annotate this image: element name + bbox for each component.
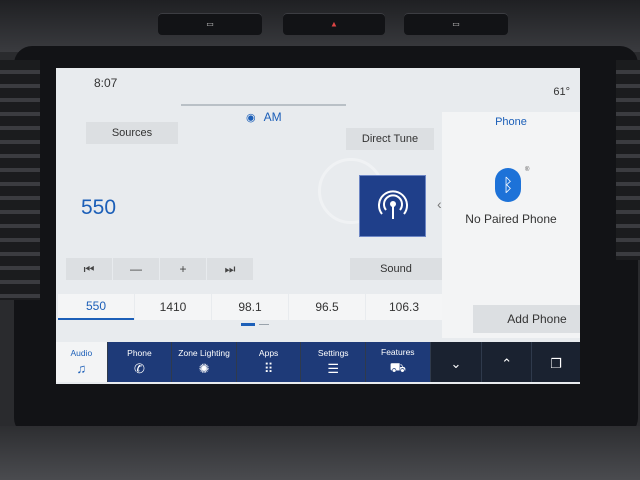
scroll-down-button[interactable]: ⌄ bbox=[431, 342, 483, 382]
chevron-down-icon: ⌄ bbox=[450, 355, 462, 371]
phone-panel-title: Phone bbox=[495, 116, 527, 128]
band-label: ◉ AM bbox=[246, 110, 282, 124]
add-phone-label: Add Phone bbox=[507, 312, 567, 326]
nav-zone-lighting[interactable]: Zone Lighting ✺ bbox=[172, 342, 237, 382]
copy-button[interactable]: ❐ bbox=[532, 342, 580, 382]
preset-page-indicator bbox=[241, 323, 271, 327]
band-header-line bbox=[181, 104, 346, 106]
copy-icon: ❐ bbox=[550, 355, 562, 371]
preset-label: 1410 bbox=[159, 300, 187, 314]
direct-tune-label: Direct Tune bbox=[361, 133, 419, 145]
radio-tower-icon bbox=[377, 190, 408, 219]
hazard-icon: ▲ bbox=[330, 19, 338, 29]
registered-mark: ® bbox=[525, 167, 530, 173]
chevron-up-icon: ⌃ bbox=[501, 355, 513, 371]
bottom-nav: Audio ♫ Phone ✆ Zone Lighting ✺ Apps ⠿ S… bbox=[56, 342, 580, 382]
preset-label: 550 bbox=[85, 299, 107, 313]
clock: 8:07 bbox=[94, 76, 118, 90]
bluetooth-icon: ᛒ bbox=[495, 168, 521, 202]
nav-settings[interactable]: Settings ☰ bbox=[301, 342, 366, 382]
nav-label: Settings bbox=[317, 347, 349, 358]
nav-audio[interactable]: Audio ♫ bbox=[56, 342, 108, 382]
current-frequency: 550 bbox=[81, 196, 117, 219]
outside-temperature: 61° bbox=[553, 86, 570, 98]
defrost-icon: ▭ bbox=[206, 19, 214, 29]
radio-antenna-icon: ◉ bbox=[246, 112, 256, 124]
nav-label: Zone Lighting bbox=[178, 347, 230, 358]
minus-icon: — bbox=[130, 262, 142, 276]
nav-label: Audio bbox=[70, 348, 93, 358]
hardware-defrost-button[interactable]: ▭ bbox=[158, 13, 262, 35]
plus-icon: + bbox=[179, 262, 187, 276]
seek-back-button[interactable]: ⏮ bbox=[66, 258, 112, 280]
nav-label: Features bbox=[381, 346, 415, 357]
preset-3[interactable]: 98.1 bbox=[212, 294, 288, 320]
station-art bbox=[359, 175, 426, 237]
phone-status: No Paired Phone bbox=[465, 212, 557, 226]
left-air-vent bbox=[0, 60, 40, 300]
page-dot bbox=[259, 324, 269, 325]
truck-icon: ⛟ bbox=[389, 359, 406, 375]
preset-label: 98.1 bbox=[238, 300, 262, 314]
preset-bar: 550 1410 98.1 96.5 106.3 bbox=[58, 294, 443, 320]
tune-up-button[interactable]: + bbox=[160, 258, 206, 280]
panel-collapse-chevron-icon[interactable]: ‹ bbox=[437, 196, 442, 212]
zone-lighting-icon: ✺ bbox=[198, 360, 210, 376]
sources-label: Sources bbox=[111, 127, 153, 139]
seek-forward-icon: ⏭ bbox=[224, 261, 236, 276]
page-dot-active bbox=[241, 323, 255, 326]
hardware-hazard-button[interactable]: ▲ bbox=[283, 13, 385, 35]
preset-1[interactable]: 550 bbox=[58, 294, 134, 320]
preset-4[interactable]: 96.5 bbox=[289, 294, 365, 320]
scroll-up-button[interactable]: ⌃ bbox=[482, 342, 533, 382]
settings-sliders-icon: ☰ bbox=[327, 360, 340, 376]
preset-label: 106.3 bbox=[388, 300, 420, 314]
rear-defrost-icon: ▭ bbox=[452, 19, 460, 29]
tuner-controls: ⏮ — + ⏭ bbox=[66, 258, 254, 280]
seek-forward-button[interactable]: ⏭ bbox=[207, 258, 253, 280]
nav-label: Phone bbox=[127, 347, 152, 358]
nav-features[interactable]: Features ⛟ bbox=[365, 342, 431, 382]
infotainment-screen: 8:07 61° ◉ AM Sources Direct Tune 550 ‹ ⏮… bbox=[56, 68, 580, 384]
band-text: AM bbox=[263, 110, 282, 124]
preset-label: 96.5 bbox=[315, 300, 339, 314]
sound-button[interactable]: Sound bbox=[350, 258, 442, 280]
right-air-vent bbox=[616, 60, 640, 260]
apps-grid-icon: ⠿ bbox=[263, 360, 274, 376]
sound-label: Sound bbox=[380, 263, 412, 275]
nav-apps[interactable]: Apps ⠿ bbox=[236, 342, 302, 382]
add-phone-button[interactable]: Add Phone bbox=[473, 305, 580, 333]
direct-tune-button[interactable]: Direct Tune bbox=[346, 128, 434, 150]
sources-button[interactable]: Sources bbox=[86, 122, 178, 144]
preset-2[interactable]: 1410 bbox=[135, 294, 211, 320]
dashboard-bottom bbox=[0, 426, 640, 480]
phone-icon: ✆ bbox=[134, 360, 145, 376]
preset-5[interactable]: 106.3 bbox=[366, 294, 442, 320]
seek-back-icon: ⏮ bbox=[83, 261, 95, 276]
nav-phone[interactable]: Phone ✆ bbox=[107, 342, 173, 382]
nav-label: Apps bbox=[258, 347, 279, 358]
tune-down-button[interactable]: — bbox=[113, 258, 159, 280]
hardware-rear-defrost-button[interactable]: ▭ bbox=[404, 13, 508, 35]
music-note-icon: ♫ bbox=[76, 361, 87, 376]
